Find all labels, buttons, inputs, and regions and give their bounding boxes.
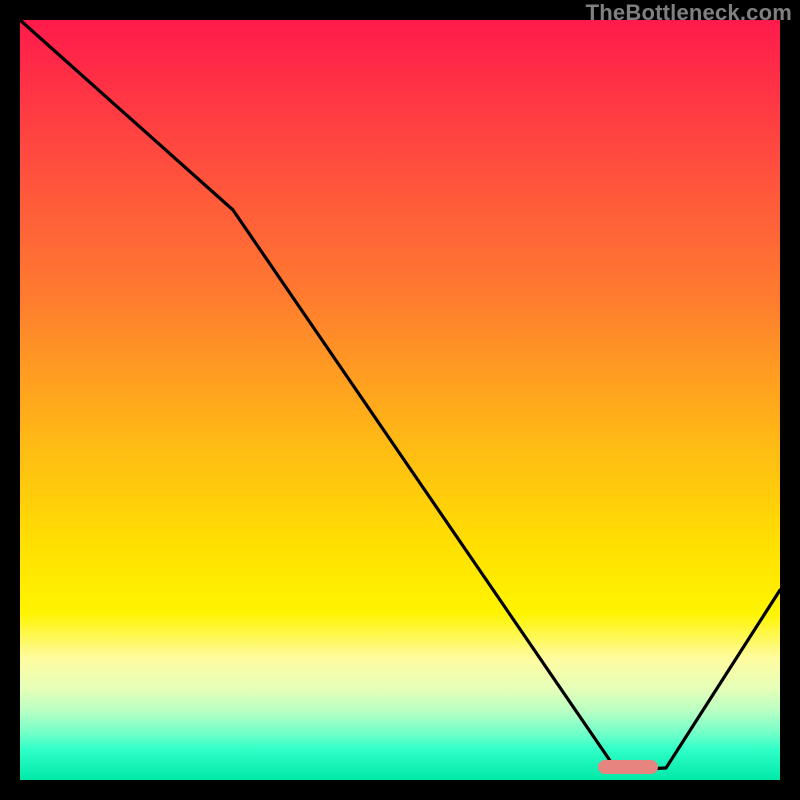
- plot-area: [20, 20, 780, 780]
- bottleneck-curve-path: [20, 20, 780, 769]
- line-chart: [20, 20, 780, 780]
- chart-frame: TheBottleneck.com: [0, 0, 800, 800]
- valley-marker: [598, 760, 658, 774]
